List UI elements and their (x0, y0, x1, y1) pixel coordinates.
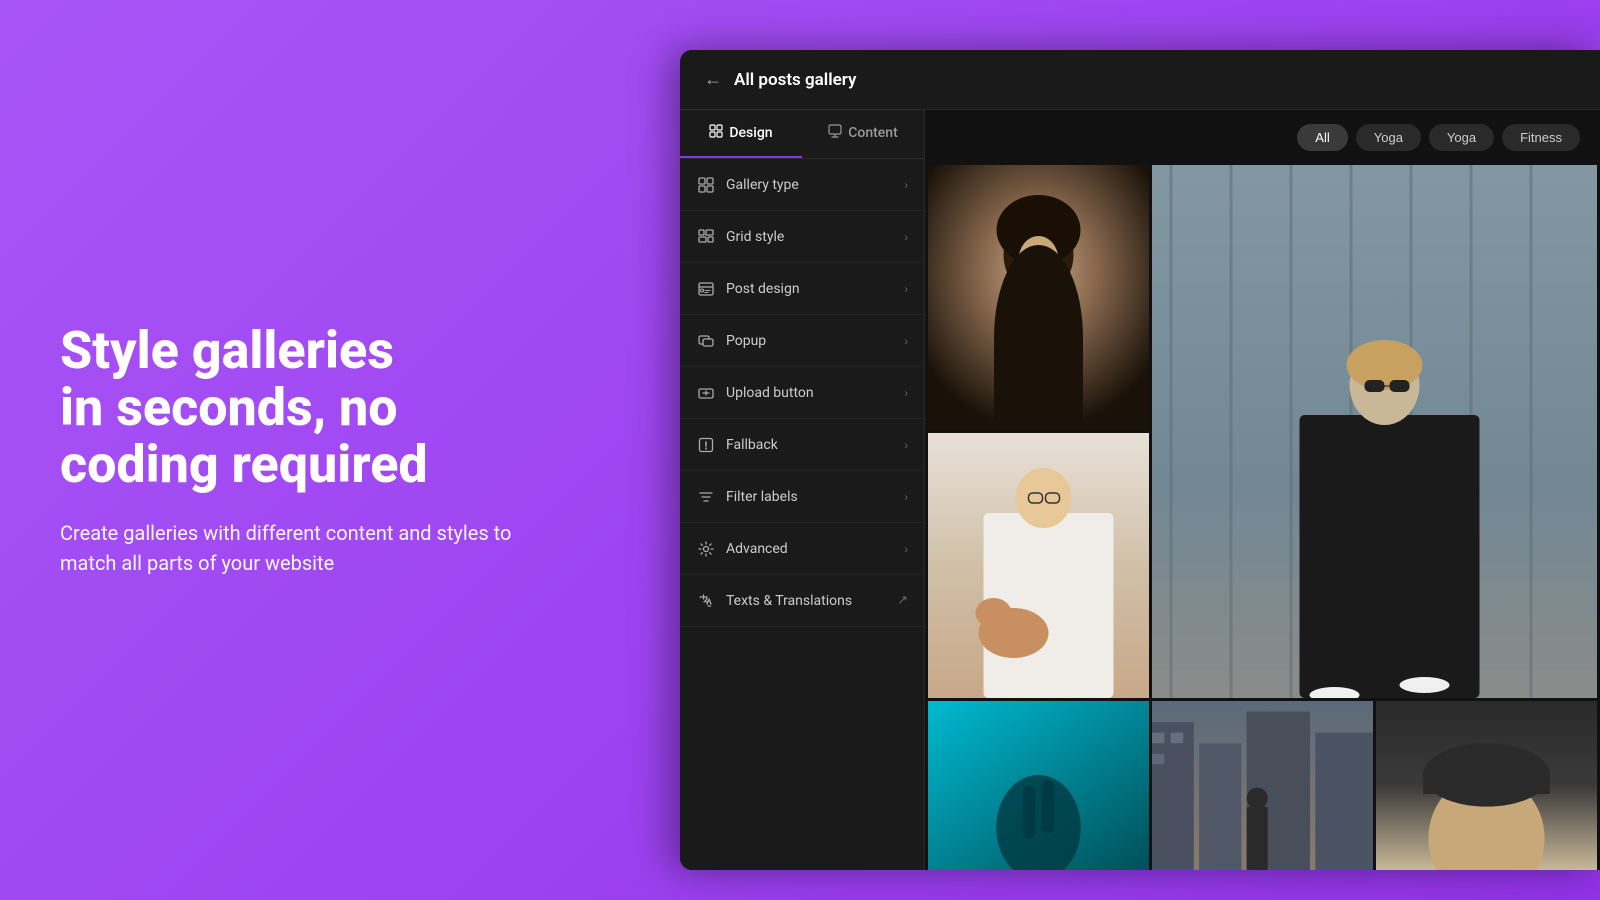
filter-yoga1-button[interactable]: Yoga (1356, 124, 1421, 151)
menu-item-grid-style[interactable]: Grid style › (680, 211, 924, 263)
app-window: ← All posts gallery Design (680, 50, 1600, 870)
sidebar: Design Content (680, 110, 925, 870)
popup-label: Popup (726, 333, 904, 349)
menu-item-popup[interactable]: Popup › (680, 315, 924, 367)
filter-labels-arrow: › (904, 490, 908, 504)
fallback-label: Fallback (726, 437, 904, 453)
gallery-type-label: Gallery type (726, 177, 904, 193)
gallery-image-6[interactable] (1376, 701, 1597, 870)
tab-design[interactable]: Design (680, 110, 802, 158)
fallback-arrow: › (904, 438, 908, 452)
content-tab-icon (828, 124, 842, 142)
texts-translations-icon (696, 591, 716, 611)
gallery-area: All Yoga Yoga Fitness (925, 110, 1600, 870)
popup-icon (696, 331, 716, 351)
gallery-image-1[interactable] (928, 165, 1149, 430)
back-button[interactable]: ← (704, 69, 722, 90)
hero-subtext: Create galleries with different content … (60, 518, 520, 578)
post-design-label: Post design (726, 281, 904, 297)
popup-arrow: › (904, 334, 908, 348)
texts-translations-label: Texts & Translations (726, 593, 897, 609)
advanced-icon (696, 539, 716, 559)
design-tab-icon (709, 124, 723, 142)
tab-design-label: Design (729, 125, 772, 141)
upload-button-arrow: › (904, 386, 908, 400)
grid-style-label: Grid style (726, 229, 904, 245)
photo-grid (925, 165, 1600, 870)
menu-item-fallback[interactable]: Fallback › (680, 419, 924, 471)
post-design-arrow: › (904, 282, 908, 296)
menu-item-advanced[interactable]: Advanced › (680, 523, 924, 575)
tab-bar: Design Content (680, 110, 924, 159)
hero-section: Style galleries in seconds, no coding re… (60, 322, 520, 578)
gallery-type-icon (696, 175, 716, 195)
app-title: All posts gallery (734, 70, 857, 90)
gallery-type-arrow: › (904, 178, 908, 192)
external-link-icon: ↗ (897, 593, 908, 608)
tab-content-label: Content (848, 125, 898, 141)
filter-bar: All Yoga Yoga Fitness (925, 110, 1600, 165)
filter-labels-label: Filter labels (726, 489, 904, 505)
filter-yoga2-button[interactable]: Yoga (1429, 124, 1494, 151)
fallback-icon (696, 435, 716, 455)
filter-all-button[interactable]: All (1297, 124, 1347, 151)
post-design-icon (696, 279, 716, 299)
filter-labels-icon (696, 487, 716, 507)
grid-style-arrow: › (904, 230, 908, 244)
gallery-image-5[interactable] (1152, 701, 1373, 870)
upload-button-label: Upload button (726, 385, 904, 401)
grid-style-icon (696, 227, 716, 247)
tab-content[interactable]: Content (802, 110, 924, 158)
advanced-arrow: › (904, 542, 908, 556)
title-bar: ← All posts gallery (680, 50, 1600, 110)
menu-item-filter-labels[interactable]: Filter labels › (680, 471, 924, 523)
main-layout: Design Content (680, 110, 1600, 870)
gallery-image-3[interactable] (928, 433, 1149, 698)
gallery-image-2[interactable] (1152, 165, 1597, 698)
menu-item-texts-translations[interactable]: Texts & Translations ↗ (680, 575, 924, 627)
upload-button-icon (696, 383, 716, 403)
gallery-image-4[interactable] (928, 701, 1149, 870)
menu-item-gallery-type[interactable]: Gallery type › (680, 159, 924, 211)
filter-fitness-button[interactable]: Fitness (1502, 124, 1580, 151)
menu-item-post-design[interactable]: Post design › (680, 263, 924, 315)
menu-item-upload-button[interactable]: Upload button › (680, 367, 924, 419)
advanced-label: Advanced (726, 541, 904, 557)
hero-heading: Style galleries in seconds, no coding re… (60, 322, 520, 494)
